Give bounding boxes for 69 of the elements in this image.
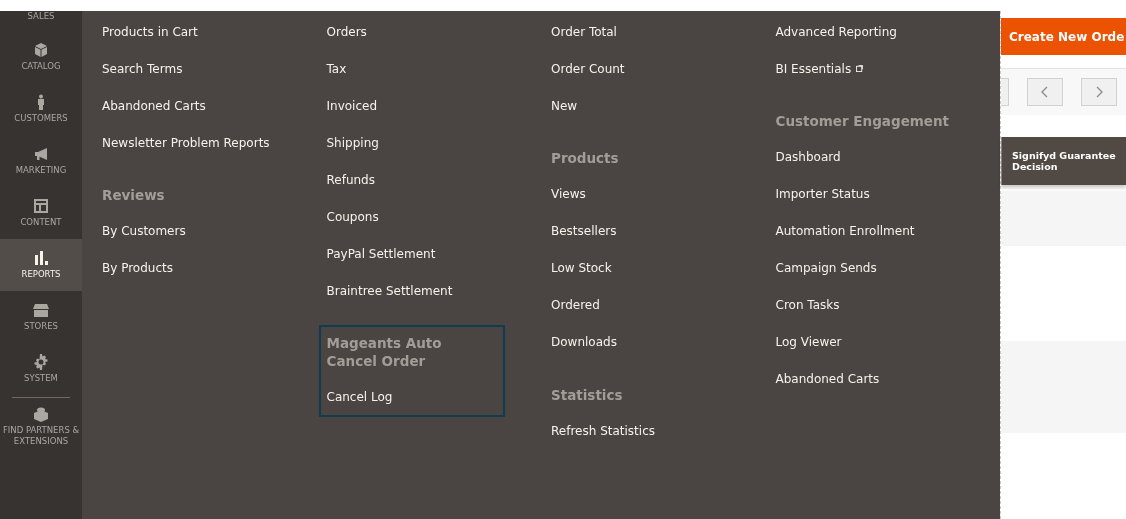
sidebar-label: CATALOG [21, 61, 61, 72]
menu-link[interactable]: Products in Cart [102, 13, 272, 50]
menu-link[interactable]: PayPal Settlement [326, 235, 497, 272]
menu-link[interactable]: Campaign Sends [775, 249, 976, 287]
menu-link[interactable]: Low Stock [551, 249, 721, 287]
box-icon [33, 42, 49, 59]
menu-link[interactable]: Abandoned Carts [102, 87, 272, 124]
menu-link[interactable]: Advanced Reporting [775, 13, 976, 50]
menu-link[interactable]: Newsletter Problem Reports [102, 124, 272, 161]
sidebar-item[interactable]: MARKETING [0, 135, 82, 187]
menu-link[interactable]: Cancel Log [326, 378, 497, 416]
menu-link[interactable]: Ordered [551, 286, 721, 324]
menu-link[interactable]: Views [551, 175, 721, 213]
menu-link[interactable]: Refresh Statistics [551, 412, 721, 450]
sidebar-item[interactable]: REPORTS [0, 239, 82, 291]
menu-link[interactable]: Orders [326, 13, 497, 50]
sidebar-label: CONTENT [20, 217, 62, 228]
sidebar-item[interactable]: STORES [0, 291, 82, 343]
menu-link[interactable]: BI Essentials [775, 61, 852, 76]
create-order-button[interactable]: Create New Orde [1001, 18, 1126, 55]
menu-link[interactable]: Tax [326, 50, 497, 87]
menu-link[interactable]: Search Terms [102, 50, 272, 87]
menu-link[interactable]: Coupons [326, 198, 497, 235]
menu-section-title: Statistics [551, 385, 624, 405]
menu-link[interactable]: Log Viewer [775, 323, 976, 361]
bar-chart-icon [33, 250, 49, 267]
sidebar-label: REPORTS [21, 269, 61, 280]
chevron-icon [1041, 86, 1049, 98]
page-button[interactable] [1001, 78, 1009, 106]
sidebar-label: SYSTEM [24, 373, 58, 384]
menu-link[interactable]: Bestsellers [551, 212, 721, 250]
table-header: Signifyd Guarantee Decision [1001, 137, 1126, 185]
sidebar-item[interactable]: CATALOG [0, 31, 82, 83]
menu-link[interactable]: By Customers [102, 212, 272, 250]
menu-link[interactable]: Importer Status [775, 175, 976, 213]
menu-link[interactable]: Refunds [326, 161, 497, 198]
sidebar-label: MARKETING [15, 165, 67, 176]
menu-link[interactable]: Order Count [551, 50, 721, 87]
menu-link[interactable]: Order Total [551, 13, 721, 50]
menu-link[interactable]: By Products [102, 249, 272, 287]
menu-link[interactable]: Shipping [326, 124, 497, 161]
menu-section-title: Reviews [102, 186, 166, 205]
menu-section-title: Products [551, 149, 620, 168]
menu-link[interactable]: Abandoned Carts [775, 360, 976, 398]
menu-section-title: Mageants Auto Cancel Order [326, 334, 443, 371]
sidebar-item[interactable]: FIND PARTNERS & EXTENSIONS [0, 400, 82, 452]
menu-section-title: Customer Engagement [775, 112, 951, 131]
megaphone-icon [33, 146, 49, 163]
chevron-icon [1095, 86, 1103, 98]
menu-link[interactable]: Cron Tasks [775, 286, 976, 324]
menu-link[interactable]: Braintree Settlement [326, 272, 497, 309]
settings-icon [33, 354, 49, 371]
menu-link[interactable]: Dashboard [775, 138, 976, 176]
storefront-icon [33, 302, 49, 319]
menu-link[interactable]: Automation Enrollment [775, 212, 976, 250]
sidebar-label: SALES [27, 11, 55, 22]
sidebar-item[interactable]: SYSTEM [0, 343, 82, 395]
sidebar-item[interactable]: SALES [0, 11, 82, 31]
sidebar-label: FIND PARTNERS & EXTENSIONS [1, 425, 81, 446]
sidebar-item[interactable]: CUSTOMERS [0, 83, 82, 135]
menu-link[interactable]: Downloads [551, 323, 721, 361]
sidebar-label: CUSTOMERS [14, 113, 68, 124]
menu-link[interactable]: Invoiced [326, 87, 497, 124]
sidebar-item[interactable]: CONTENT [0, 187, 82, 239]
layout-icon [33, 198, 49, 215]
previous-page-button[interactable] [1027, 78, 1063, 106]
menu-link[interactable]: New [551, 87, 721, 124]
sidebar-label: STORES [24, 321, 58, 332]
next-page-button[interactable] [1081, 78, 1117, 106]
